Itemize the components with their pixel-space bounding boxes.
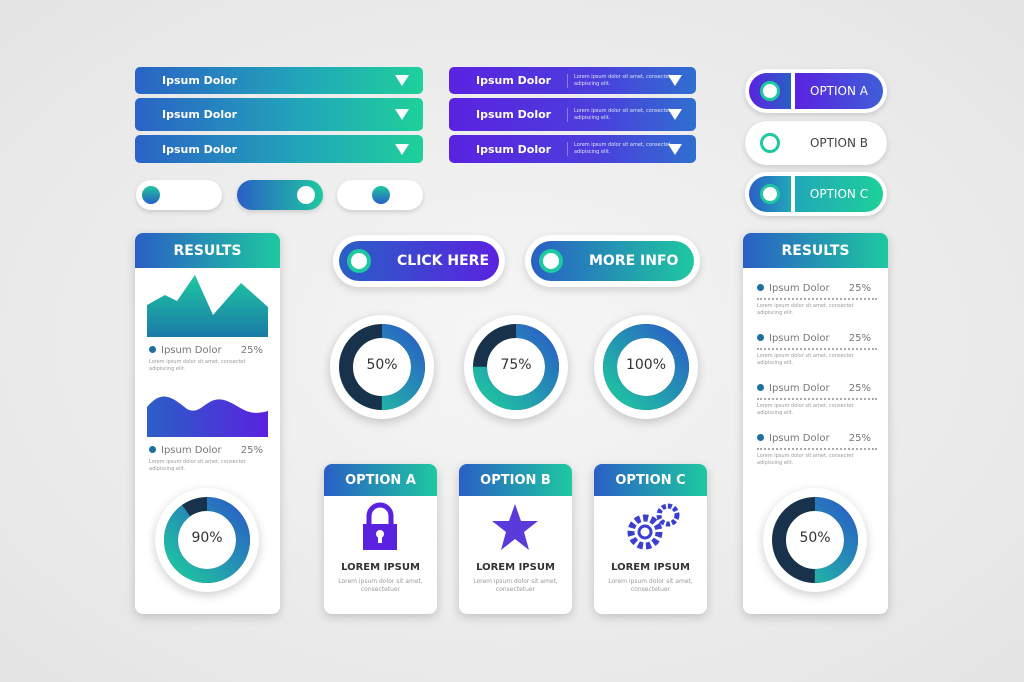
dropdown-label: Ipsum Dolor: [162, 142, 238, 156]
results-title: RESULTS: [743, 233, 888, 268]
option-card-a[interactable]: OPTION A LOREM IPSUM Lorem ipsum dolor si…: [324, 464, 437, 614]
gears-icon: [627, 503, 680, 550]
toggle-knob: [142, 186, 160, 204]
card-desc: Lorem ipsum dolor sit amet, consectetuer: [338, 578, 423, 593]
result-item: Ipsum Dolor 25% Lorem ipsum dolor sit amet…: [757, 383, 877, 417]
more-info-button[interactable]: MORE INFO: [525, 235, 700, 287]
dropdown-label: Ipsum Dolor: [162, 74, 238, 87]
dropdown-desc: Lorem ipsum dolor sit amet, consectet ad…: [567, 107, 677, 122]
button-label: CLICK HERE: [397, 253, 490, 269]
caret-down-icon: [668, 75, 682, 86]
option-card-b[interactable]: OPTION B LOREM IPSUM Lorem ipsum dolor si…: [459, 464, 572, 614]
caret-down-icon: [395, 109, 409, 120]
gauge-label: 50%: [366, 357, 398, 373]
dropdown-desc-3[interactable]: Ipsum Dolor Lorem ipsum dolor sit amet, c…: [449, 135, 696, 163]
dropdown-desc-1[interactable]: Ipsum Dolor Lorem ipsum dolor sit amet, c…: [449, 67, 696, 94]
results-title: RESULTS: [135, 233, 280, 268]
gauge-100: 100%: [594, 315, 698, 419]
dropdown-desc-2[interactable]: Ipsum Dolor Lorem ipsum dolor sit amet, c…: [449, 98, 696, 131]
card-heading: LOREM IPSUM: [341, 562, 420, 573]
gauge-75: 75%: [464, 315, 568, 419]
option-label: OPTION B: [809, 136, 869, 150]
caret-down-icon: [395, 143, 409, 155]
dropdown-label: Ipsum Dolor: [476, 142, 552, 156]
gauge-50-right: 50%: [763, 488, 867, 592]
result-item: Ipsum Dolor 25% Lorem ipsum dolor sit amet…: [757, 283, 877, 317]
card-title: OPTION A: [324, 464, 437, 496]
button-label: MORE INFO: [589, 253, 679, 269]
mountain-area-chart: [147, 275, 268, 337]
option-label: OPTION C: [795, 176, 883, 212]
star-icon: [492, 504, 538, 550]
result-item: Ipsum Dolor 25% Lorem ipsum dolor sit amet…: [757, 433, 877, 467]
gauge-label: 90%: [191, 530, 223, 546]
option-b-radio[interactable]: OPTION B: [745, 121, 887, 165]
result-item: Ipsum Dolor 25% Lorem ipsum dolor sit amet…: [149, 445, 263, 472]
toggle-mid[interactable]: [337, 180, 423, 210]
gauge-90: 90%: [155, 488, 259, 592]
gauge-label: 50%: [799, 530, 831, 546]
toggle-knob: [297, 186, 315, 204]
wave-area-chart: [147, 396, 268, 437]
button-knob-icon: [347, 249, 371, 273]
card-desc: Lorem ipsum dolor sit amet, consectetuer: [608, 578, 693, 593]
dropdown-2[interactable]: Ipsum Dolor: [135, 98, 423, 131]
button-knob-icon: [539, 249, 563, 273]
results-card-right: RESULTS Ipsum Dolor 25% Lorem ipsum dolor …: [743, 233, 888, 614]
result-item: Ipsum Dolor 25% Lorem ipsum dolor sit amet…: [757, 333, 877, 367]
caret-down-icon: [668, 143, 682, 155]
caret-down-icon: [395, 75, 409, 86]
result-item: Ipsum Dolor 25% Lorem ipsum dolor sit amet…: [149, 345, 263, 372]
dropdown-desc: Lorem ipsum dolor sit amet, consectet ad…: [567, 73, 677, 88]
option-a-radio[interactable]: OPTION A: [745, 69, 887, 113]
card-heading: LOREM IPSUM: [476, 562, 555, 573]
results-card-left: RESULTS Ipsum Dolor 25% Lorem ipsum dolor …: [135, 233, 280, 614]
click-here-button[interactable]: CLICK HERE: [333, 235, 505, 287]
caret-down-icon: [668, 109, 682, 120]
radio-icon: [760, 81, 780, 101]
radio-icon: [760, 184, 780, 204]
toggle-off[interactable]: [136, 180, 222, 210]
dropdown-label: Ipsum Dolor: [476, 108, 552, 121]
dropdown-3[interactable]: Ipsum Dolor: [135, 135, 423, 163]
gauge-50: 50%: [330, 315, 434, 419]
toggle-on[interactable]: [237, 180, 323, 210]
lock-icon: [363, 502, 397, 550]
radio-icon: [760, 133, 780, 153]
gauge-label: 75%: [500, 357, 532, 373]
card-title: OPTION B: [459, 464, 572, 496]
dropdown-label: Ipsum Dolor: [476, 74, 552, 87]
dropdown-1[interactable]: Ipsum Dolor: [135, 67, 423, 94]
dropdown-label: Ipsum Dolor: [162, 108, 238, 121]
card-title: OPTION C: [594, 464, 707, 496]
card-desc: Lorem ipsum dolor sit amet, consectetuer: [473, 578, 558, 593]
option-c-radio[interactable]: OPTION C: [745, 172, 887, 216]
dropdown-desc: Lorem ipsum dolor sit amet, consectet ad…: [567, 142, 677, 156]
option-label: OPTION A: [795, 73, 883, 109]
toggle-knob: [372, 186, 390, 204]
option-card-c[interactable]: OPTION C LOREM IPSUM Lorem ipsum dolor si…: [594, 464, 707, 614]
card-heading: LOREM IPSUM: [611, 562, 690, 573]
gauge-label: 100%: [625, 357, 667, 373]
